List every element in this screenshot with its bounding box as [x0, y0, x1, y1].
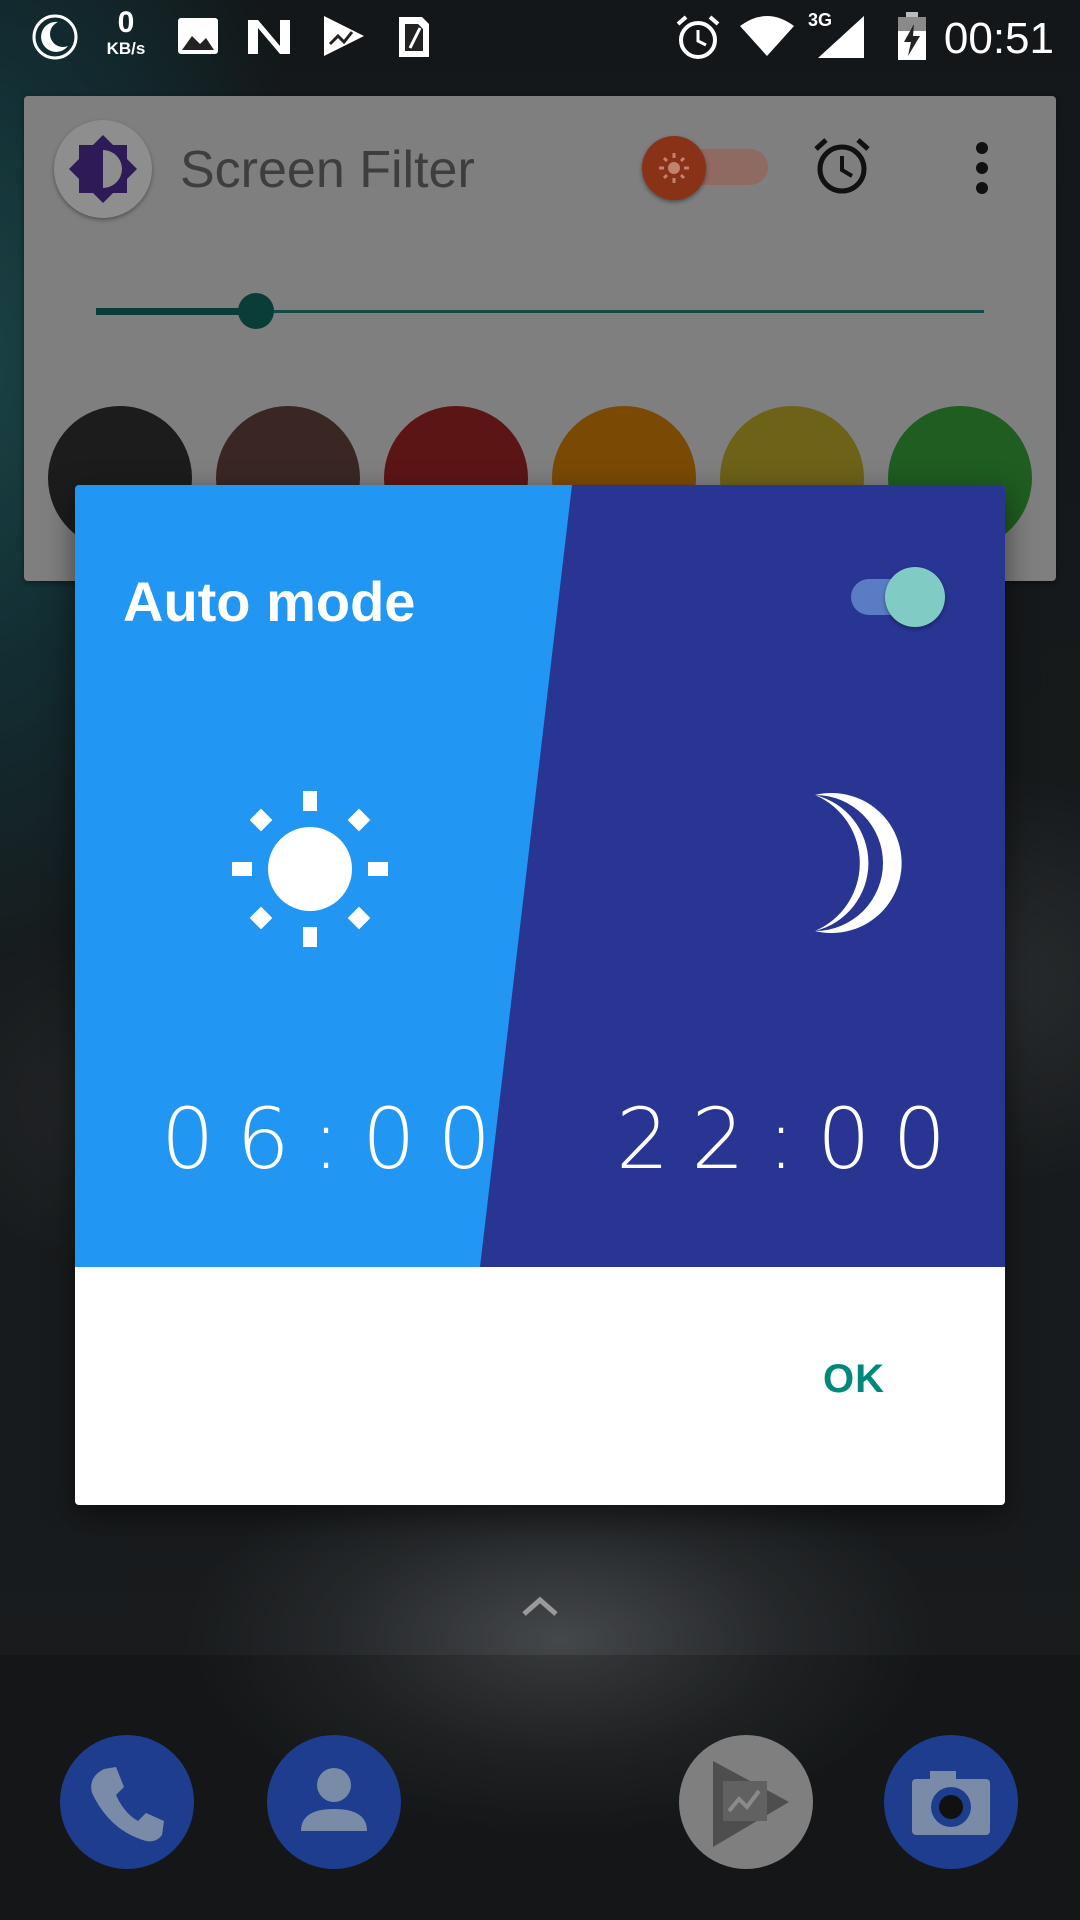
- person-icon: [301, 1768, 367, 1831]
- schedule-alarm-icon[interactable]: [810, 134, 874, 203]
- brightness-icon: [69, 135, 137, 203]
- phone-icon: [91, 1767, 164, 1842]
- auto-mode-toggle[interactable]: [885, 567, 945, 627]
- app-logo: [54, 120, 152, 218]
- camera-icon: [912, 1771, 990, 1835]
- camera-app[interactable]: [884, 1735, 1018, 1869]
- sim-card-icon: [399, 17, 429, 57]
- network-speed: 0 KB/s: [100, 6, 152, 58]
- contacts-app[interactable]: [267, 1735, 401, 1869]
- play-store-icon: [324, 16, 364, 56]
- network-speed-unit: KB/s: [106, 39, 146, 58]
- dialog-header: Auto mode 06:00 22:00: [75, 485, 1005, 1267]
- phone-app[interactable]: [60, 1735, 194, 1869]
- brightness-small-icon: [659, 153, 689, 183]
- ok-button[interactable]: OK: [823, 1357, 885, 1402]
- alarm-icon: [676, 15, 720, 59]
- status-bar: 0 KB/s 3G 00:51: [0, 0, 1080, 75]
- auto-mode-dialog: Auto mode 06:00 22:00 OK: [75, 485, 1005, 1505]
- n-icon: [248, 20, 290, 54]
- sun-icon: [232, 791, 388, 947]
- night-start-time[interactable]: 22:00: [602, 1090, 982, 1188]
- image-icon: [178, 18, 218, 54]
- signal-icon: [818, 16, 864, 58]
- moon-icon: [815, 793, 902, 933]
- intensity-slider-fill: [96, 308, 256, 315]
- app-title: Screen Filter: [180, 141, 475, 199]
- day-start-time[interactable]: 06:00: [147, 1090, 527, 1188]
- wifi-icon: [740, 16, 794, 56]
- more-vert-icon[interactable]: [972, 140, 992, 201]
- play-movies-app[interactable]: [679, 1735, 813, 1869]
- dialog-footer: OK: [75, 1267, 1005, 1505]
- moon-icon: [32, 14, 78, 60]
- filter-toggle[interactable]: [642, 136, 706, 200]
- dialog-title: Auto mode: [123, 570, 416, 633]
- intensity-slider-thumb[interactable]: [237, 293, 274, 329]
- network-speed-value: 0: [117, 6, 135, 39]
- chevron-up-icon[interactable]: [520, 1594, 560, 1618]
- play-movies-icon: [713, 1761, 789, 1847]
- clock: 00:51: [943, 14, 1054, 63]
- battery-charging-icon: [898, 12, 926, 60]
